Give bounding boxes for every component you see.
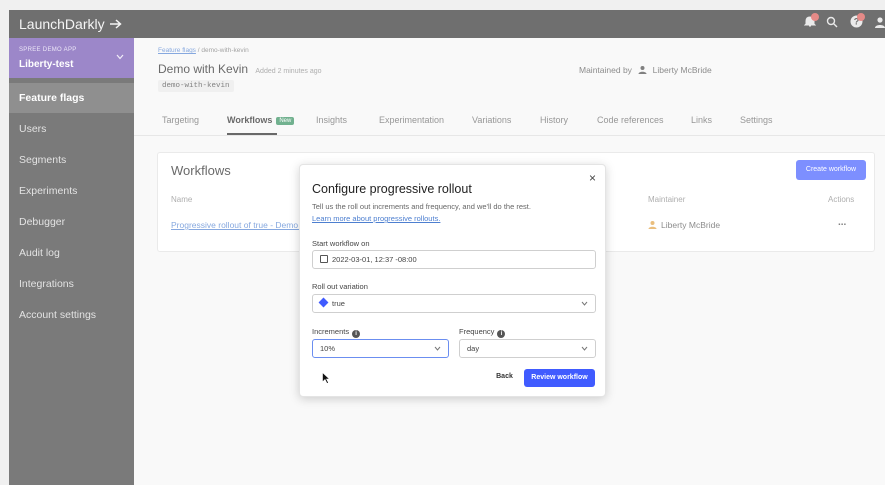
variation-value: true: [332, 299, 345, 308]
frequency-value: day: [467, 344, 480, 353]
frequency-select[interactable]: day: [459, 339, 596, 358]
increments-label-text: Increments: [312, 327, 350, 336]
increments-value: 10%: [320, 344, 336, 353]
increments-select[interactable]: 10%: [312, 339, 449, 358]
info-icon[interactable]: i: [352, 330, 361, 338]
roll-out-variation-label: Roll out variation: [312, 282, 368, 291]
start-date-value: 2022-03-01, 12:37 -08:00: [332, 255, 417, 264]
close-icon[interactable]: ×: [589, 171, 596, 185]
start-workflow-label: Start workflow on: [312, 239, 370, 248]
info-icon[interactable]: i: [497, 330, 506, 338]
flag-icon: [318, 297, 329, 308]
chevron-down-icon: [581, 340, 588, 364]
frequency-label: Frequency i: [459, 327, 506, 338]
app-frame: LaunchDarkly ? SPREE DEMO APP Liberty-te…: [9, 10, 885, 485]
modal-title: Configure progressive rollout: [312, 182, 472, 196]
back-button[interactable]: Back: [491, 369, 518, 384]
chevron-down-icon: [581, 295, 588, 319]
learn-more-link[interactable]: Learn more about progressive rollouts.: [312, 214, 440, 223]
variation-select[interactable]: true: [312, 294, 596, 313]
cursor-icon: [322, 371, 331, 384]
chevron-down-icon: [434, 340, 441, 364]
increments-label: Increments i: [312, 327, 361, 338]
configure-rollout-modal: × Configure progressive rollout Tell us …: [299, 164, 606, 397]
start-date-field[interactable]: 2022-03-01, 12:37 -08:00: [312, 250, 596, 269]
calendar-icon: [320, 255, 328, 263]
frequency-label-text: Frequency: [459, 327, 495, 336]
review-workflow-button[interactable]: Review workflow: [524, 369, 595, 387]
modal-description: Tell us the roll out increments and freq…: [312, 202, 531, 211]
